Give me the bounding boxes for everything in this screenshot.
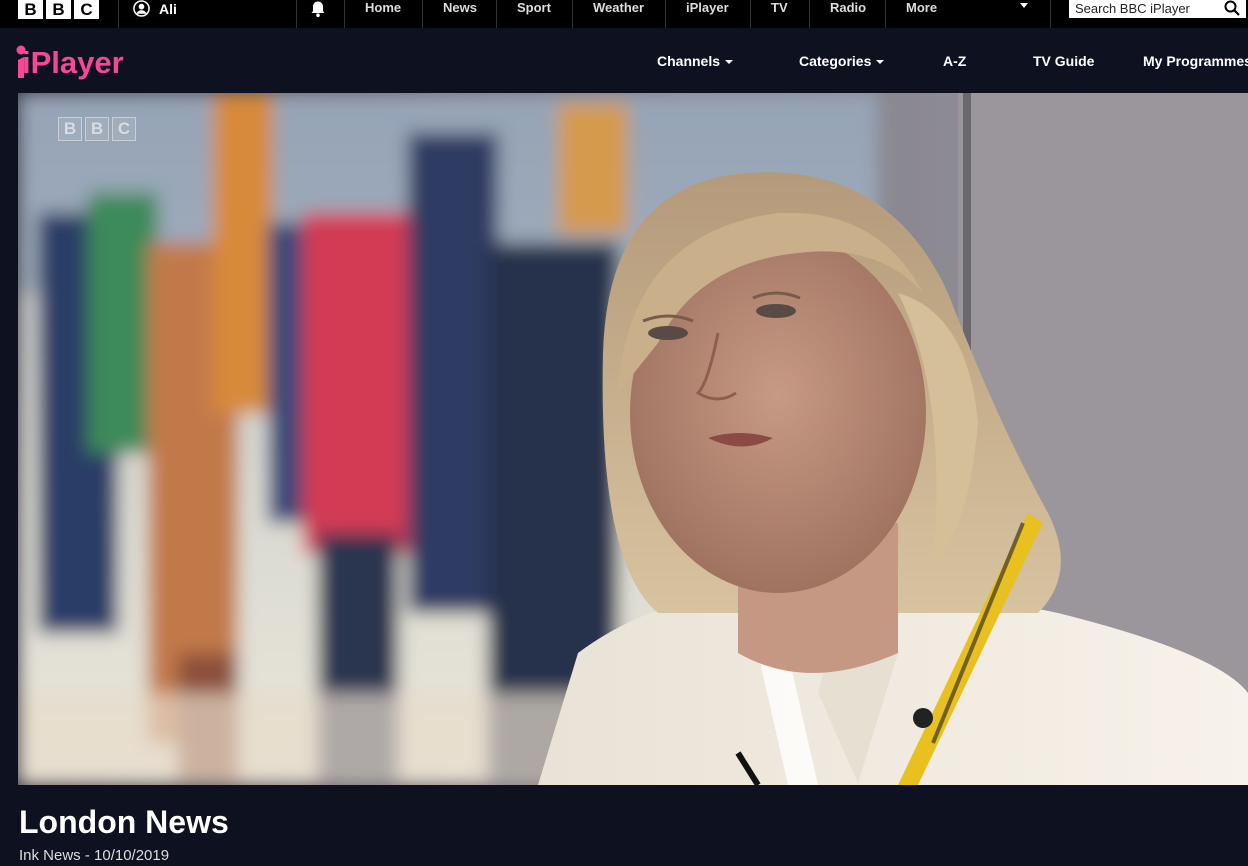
bbc-logo-letter: C bbox=[74, 0, 99, 19]
divider bbox=[809, 0, 810, 28]
my-programmes-label: My Programmes bbox=[1143, 53, 1248, 69]
video-player[interactable]: B B C bbox=[18, 93, 1248, 785]
channels-menu[interactable]: Channels bbox=[657, 53, 734, 70]
account-link[interactable]: Ali bbox=[133, 0, 177, 17]
channels-label: Channels bbox=[657, 53, 721, 69]
chevron-down-icon bbox=[876, 60, 885, 64]
divider bbox=[572, 0, 573, 28]
nav-more[interactable]: More bbox=[906, 0, 937, 16]
tv-guide-link[interactable]: TV Guide bbox=[1033, 53, 1094, 70]
bbc-watermark: B B C bbox=[58, 117, 136, 141]
search-icon[interactable] bbox=[1224, 0, 1240, 16]
programme-title: London News bbox=[19, 804, 229, 840]
video-frame bbox=[18, 93, 1248, 785]
categories-label: Categories bbox=[799, 53, 872, 69]
chevron-down-icon[interactable] bbox=[1020, 3, 1028, 8]
nav-sport[interactable]: Sport bbox=[517, 0, 551, 16]
iplayer-logo[interactable]: iPlayer bbox=[16, 40, 132, 82]
chevron-down-icon bbox=[725, 60, 734, 64]
watermark-letter: B bbox=[85, 117, 109, 141]
account-name: Ali bbox=[159, 0, 177, 17]
my-programmes-link[interactable]: My Programmes bbox=[1143, 53, 1248, 70]
nav-iplayer[interactable]: iPlayer bbox=[686, 0, 729, 16]
tv-guide-label: TV Guide bbox=[1033, 53, 1095, 69]
az-label: A-Z bbox=[943, 53, 967, 69]
nav-radio[interactable]: Radio bbox=[830, 0, 866, 16]
divider bbox=[118, 0, 119, 28]
watermark-letter: C bbox=[112, 117, 136, 141]
divider bbox=[422, 0, 423, 28]
bbc-logo[interactable]: B B C bbox=[18, 0, 99, 20]
nav-home[interactable]: Home bbox=[365, 0, 401, 16]
divider bbox=[1050, 0, 1051, 28]
bbc-masthead: B B C Ali Home News Sport Weather iPlaye… bbox=[0, 0, 1248, 28]
divider bbox=[296, 0, 297, 28]
user-icon bbox=[133, 0, 150, 17]
page-gutter bbox=[0, 93, 18, 785]
divider bbox=[665, 0, 666, 28]
bbc-logo-letter: B bbox=[46, 0, 71, 19]
az-link[interactable]: A-Z bbox=[943, 53, 966, 70]
iplayer-logo-text: iPlayer bbox=[22, 45, 124, 80]
divider bbox=[496, 0, 497, 28]
divider bbox=[885, 0, 886, 28]
divider bbox=[344, 0, 345, 28]
watermark-letter: B bbox=[58, 117, 82, 141]
programme-subtitle: Ink News - 10/10/2019 bbox=[19, 847, 170, 864]
categories-menu[interactable]: Categories bbox=[799, 53, 885, 70]
bbc-logo-letter: B bbox=[18, 0, 43, 19]
notifications-bell-icon[interactable] bbox=[309, 0, 327, 18]
divider bbox=[750, 0, 751, 28]
nav-tv[interactable]: TV bbox=[771, 0, 788, 16]
search-input[interactable]: Search BBC iPlayer bbox=[1069, 0, 1246, 18]
nav-news[interactable]: News bbox=[443, 0, 477, 16]
nav-weather[interactable]: Weather bbox=[593, 0, 644, 16]
